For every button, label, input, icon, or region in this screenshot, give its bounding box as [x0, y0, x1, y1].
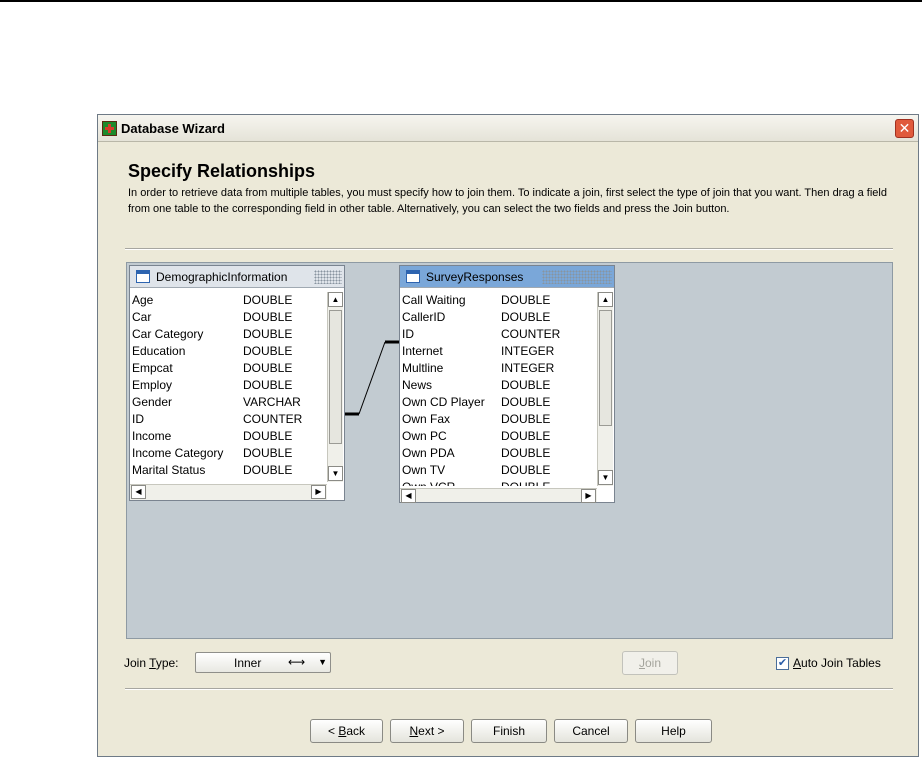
page-description: In order to retrieve data from multiple …: [128, 187, 887, 215]
close-button[interactable]: ✕: [895, 119, 914, 138]
window-title: Database Wizard: [121, 121, 225, 136]
auto-join-checkbox[interactable]: ✔: [776, 657, 789, 670]
join-type-mnemonic: T: [149, 656, 156, 670]
finish-button[interactable]: Finish: [471, 719, 547, 743]
cancel-button[interactable]: Cancel: [554, 719, 628, 743]
database-wizard-window: Database Wizard ✕ Specify Relationships …: [97, 114, 919, 757]
next-label-part: ext >: [418, 724, 445, 738]
auto-join-label-part: uto Join Tables: [801, 656, 881, 670]
back-button[interactable]: < Back: [310, 719, 383, 743]
title-bar[interactable]: Database Wizard ✕: [98, 115, 918, 142]
join-type-label-part: Join: [124, 656, 150, 670]
auto-join-mnemonic: A: [793, 656, 802, 670]
inner-join-icon: ⟷: [288, 655, 306, 669]
chevron-down-icon[interactable]: ▼: [318, 657, 327, 667]
back-label-part: ack: [346, 724, 366, 738]
join-type-label-part: ype:: [155, 656, 179, 670]
divider-top: [125, 248, 893, 250]
join-type-label: Join Type:: [124, 656, 179, 670]
database-wizard-icon: [102, 121, 117, 136]
join-label-part: oin: [644, 656, 661, 670]
next-button[interactable]: Next >: [390, 719, 464, 743]
next-mnemonic: N: [409, 724, 419, 738]
join-button[interactable]: Join: [622, 651, 678, 675]
join-line[interactable]: [358, 341, 386, 415]
relationship-canvas[interactable]: DemographicInformation Age DOUBLE Car DOUBL…: [126, 262, 893, 639]
auto-join-label[interactable]: Auto Join Tables: [793, 656, 881, 670]
join-type-value: Inner: [234, 656, 262, 670]
join-link[interactable]: [127, 263, 894, 640]
top-rule: [0, 0, 922, 2]
page-heading: Specify Relationships: [128, 161, 316, 181]
help-button[interactable]: Help: [635, 719, 712, 743]
join-type-dropdown[interactable]: Inner ⟷ ▼: [195, 652, 331, 673]
divider-bottom: [125, 688, 893, 690]
back-label-part: <: [327, 724, 339, 738]
